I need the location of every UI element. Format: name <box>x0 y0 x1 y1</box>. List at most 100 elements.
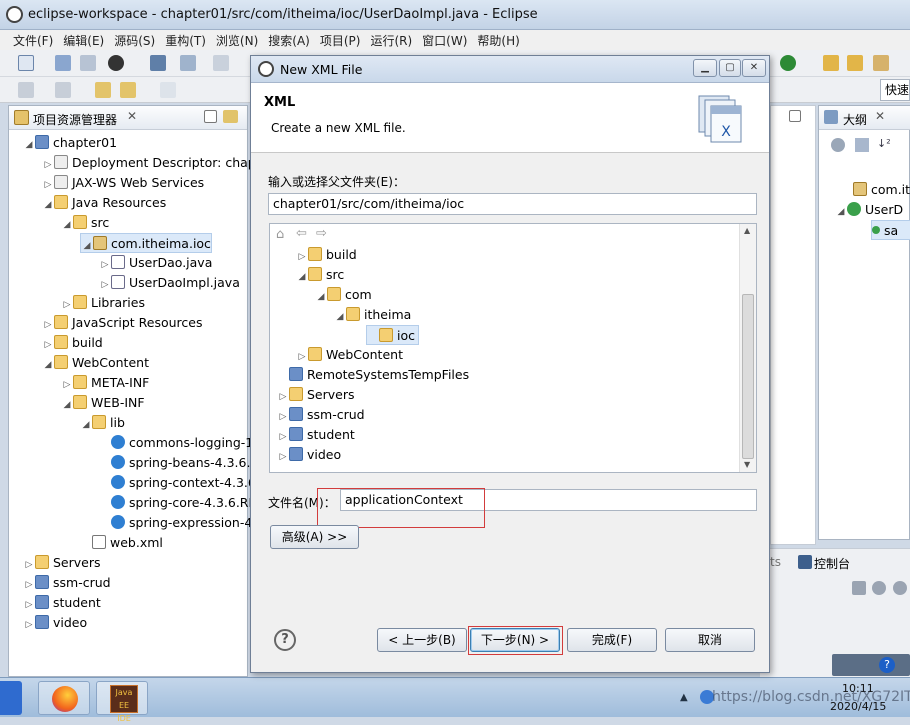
parent-folder-input[interactable]: chapter01/src/com/itheima/ioc <box>268 193 757 215</box>
menu-help[interactable]: 帮助(H) <box>472 30 524 49</box>
explorer-item[interactable]: spring-expression-4. <box>99 513 256 533</box>
explorer-item[interactable]: ▷ video <box>23 613 87 633</box>
collapsed-arrow-icon[interactable]: ▷ <box>277 387 289 407</box>
explorer-item[interactable]: ▷ Deployment Descriptor: chapte <box>42 153 268 173</box>
cancel-button[interactable]: 取消 <box>665 628 755 652</box>
next-annotation-icon[interactable] <box>18 82 34 98</box>
explorer-item[interactable]: ◢ chapter01 <box>23 133 117 153</box>
folder-tree-item[interactable]: ◢ com <box>315 285 372 305</box>
explorer-item[interactable]: ▷ UserDaoImpl.java <box>99 273 240 293</box>
minimize-button[interactable]: ▁ <box>693 59 717 77</box>
collapsed-arrow-icon[interactable]: ▷ <box>23 555 35 575</box>
finish-button[interactable]: 完成(F) <box>567 628 657 652</box>
folder-tree-item[interactable]: ◢ itheima <box>334 305 411 325</box>
folder-tree-item[interactable]: ▷ WebContent <box>296 345 403 365</box>
explorer-tab[interactable]: 项目资源管理器 ✕ <box>9 106 247 130</box>
menu-source[interactable]: 源码(S) <box>109 30 160 49</box>
menu-run[interactable]: 运行(R) <box>365 30 417 49</box>
explorer-item[interactable]: ▷ ssm-crud <box>23 573 111 593</box>
expanded-arrow-icon[interactable]: ◢ <box>81 236 93 256</box>
collapsed-arrow-icon[interactable]: ▷ <box>99 255 111 275</box>
back-icon[interactable] <box>120 82 136 98</box>
expanded-arrow-icon[interactable]: ◢ <box>80 415 92 435</box>
prev-annotation-icon[interactable] <box>55 82 71 98</box>
explorer-item[interactable]: ◢ Java Resources <box>42 193 166 213</box>
expanded-arrow-icon[interactable]: ◢ <box>42 355 54 375</box>
explorer-item[interactable]: ▷ build <box>42 333 103 353</box>
expanded-arrow-icon[interactable]: ◢ <box>61 215 73 235</box>
collapsed-arrow-icon[interactable]: ▷ <box>296 347 308 367</box>
outline-item-method[interactable]: sa <box>871 220 910 240</box>
explorer-item[interactable]: ▷ META-INF <box>61 373 149 393</box>
explorer-item[interactable]: ▷ Servers <box>23 553 101 573</box>
folder-tree-item[interactable]: ▷ Servers <box>277 385 355 405</box>
eclipse-taskbar-button[interactable]: Java EE IDE <box>96 681 148 723</box>
clear-console-icon[interactable] <box>852 581 866 595</box>
tree-scrollbar[interactable]: ▲ ▼ <box>739 224 756 472</box>
explorer-item[interactable]: ◢ WEB-INF <box>61 393 145 413</box>
save-all-icon[interactable] <box>80 55 96 71</box>
maximize-icon[interactable] <box>789 110 801 122</box>
settings-icon[interactable] <box>872 581 886 595</box>
menu-edit[interactable]: 编辑(E) <box>58 30 109 49</box>
collapsed-arrow-icon[interactable]: ▷ <box>296 247 308 267</box>
help-icon[interactable]: ? <box>879 657 895 673</box>
collapsed-arrow-icon[interactable]: ▷ <box>42 315 54 335</box>
explorer-item[interactable]: ◢ lib <box>80 413 125 433</box>
link-with-editor-icon[interactable] <box>223 110 238 123</box>
pen-icon[interactable] <box>873 55 889 71</box>
back-arrow-icon[interactable]: ⇦ <box>296 226 307 241</box>
collapsed-arrow-icon[interactable]: ▷ <box>277 447 289 467</box>
menu-navigate[interactable]: 浏览(N) <box>211 30 263 49</box>
open-type-icon[interactable] <box>823 55 839 71</box>
folder-tree-item[interactable]: ▷ build <box>296 245 357 265</box>
menu-file[interactable]: 文件(F) <box>8 30 58 49</box>
expanded-arrow-icon[interactable]: ◢ <box>334 307 346 327</box>
explorer-item[interactable]: ▷ Libraries <box>61 293 145 313</box>
close-icon[interactable]: ✕ <box>127 109 137 123</box>
explorer-item[interactable]: ▷ UserDao.java <box>99 253 212 273</box>
collapsed-arrow-icon[interactable]: ▷ <box>61 295 73 315</box>
menu-project[interactable]: 项目(P) <box>315 30 366 49</box>
help-icon[interactable]: ? <box>274 629 296 651</box>
folder-tree-item[interactable]: ◢ src <box>296 265 344 285</box>
maximize-button[interactable]: ▢ <box>719 59 741 77</box>
expanded-arrow-icon[interactable]: ◢ <box>42 195 54 215</box>
scroll-up-icon[interactable]: ▲ <box>744 226 750 235</box>
tray-arrow-icon[interactable]: ▲ <box>680 692 688 703</box>
collapsed-arrow-icon[interactable]: ▷ <box>23 595 35 615</box>
folder-tree-item[interactable]: ▷ ssm-crud <box>277 405 365 425</box>
last-edit-icon[interactable] <box>95 82 111 98</box>
explorer-item[interactable]: ◢ src <box>61 213 109 233</box>
close-button[interactable]: ✕ <box>742 59 766 77</box>
scrollbar-thumb[interactable] <box>742 294 754 459</box>
explorer-item[interactable]: web.xml <box>80 533 163 553</box>
collapsed-arrow-icon[interactable]: ▷ <box>42 175 54 195</box>
sort-icon[interactable]: ↓² <box>877 137 891 150</box>
pin-icon[interactable] <box>893 581 907 595</box>
outline-item-package[interactable]: com.ite <box>853 180 910 200</box>
wps-icon[interactable] <box>0 681 22 715</box>
home-icon[interactable]: ⌂ <box>276 227 284 242</box>
explorer-item[interactable]: ▷ student <box>23 593 101 613</box>
outline-item-class[interactable]: ◢ UserD <box>835 200 903 220</box>
new-icon[interactable] <box>18 55 34 71</box>
folder-tree-item[interactable]: ▷ student <box>277 425 355 445</box>
save-icon[interactable] <box>55 55 71 71</box>
collapsed-arrow-icon[interactable]: ▷ <box>277 427 289 447</box>
folder-tree-item[interactable]: RemoteSystemsTempFiles <box>277 365 469 385</box>
console-tab[interactable]: 控制台 <box>814 555 850 572</box>
user-icon[interactable] <box>108 55 124 71</box>
menu-refactor[interactable]: 重构(T) <box>160 30 211 49</box>
console-tab-prev[interactable]: ts <box>770 555 781 569</box>
expanded-arrow-icon[interactable]: ◢ <box>315 287 327 307</box>
quick-access-input[interactable]: 快速 <box>880 79 910 101</box>
explorer-item[interactable]: ▷ JAX-WS Web Services <box>42 173 204 193</box>
collapsed-arrow-icon[interactable]: ▷ <box>42 335 54 355</box>
explorer-item[interactable]: ◢ com.itheima.ioc <box>80 233 212 253</box>
explorer-item[interactable]: spring-beans-4.3.6.R <box>99 453 259 473</box>
explorer-item[interactable]: ◢ WebContent <box>42 353 149 373</box>
collapsed-arrow-icon[interactable]: ▷ <box>99 275 111 295</box>
folder-tree-item[interactable]: ioc <box>366 325 419 345</box>
skip-breakpoints-icon[interactable] <box>180 55 196 71</box>
